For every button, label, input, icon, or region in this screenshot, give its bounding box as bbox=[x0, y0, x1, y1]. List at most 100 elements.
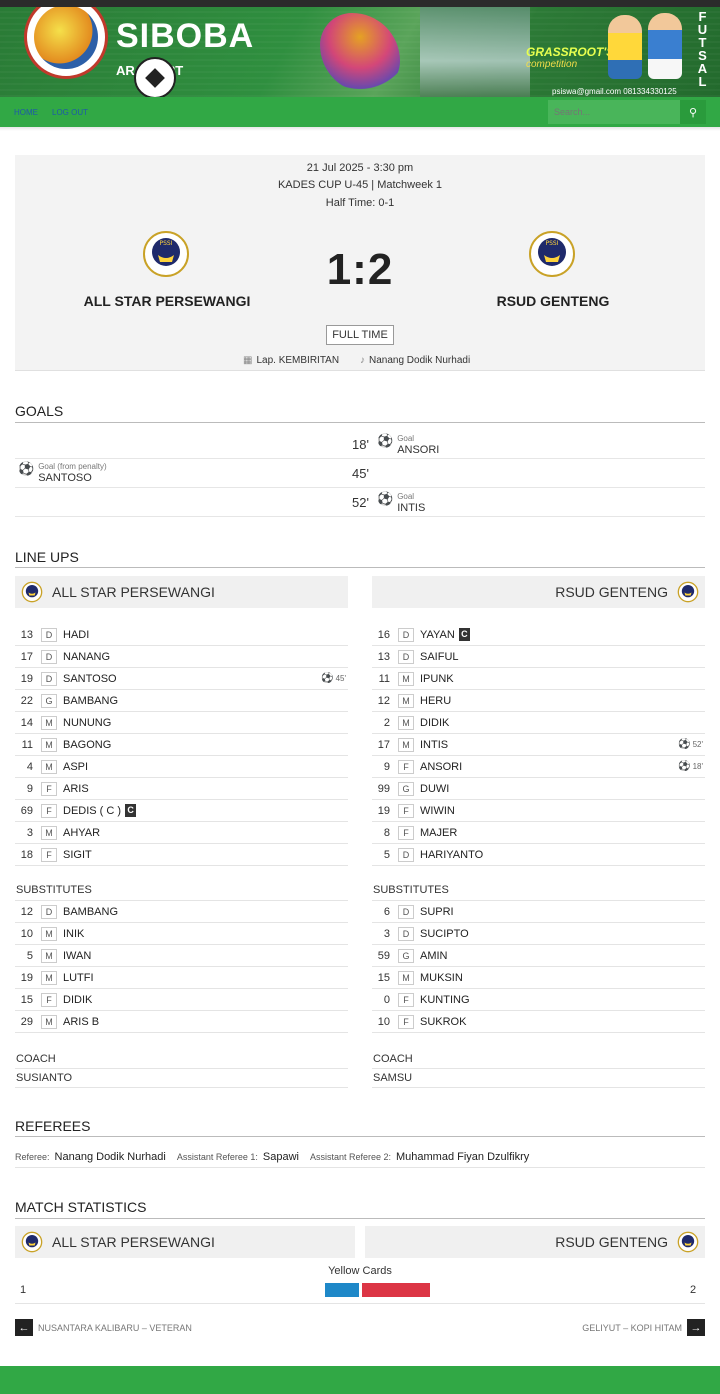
goal-type: Goal bbox=[397, 492, 415, 501]
player-name[interactable]: NUNUNG bbox=[63, 717, 111, 729]
player-row: 3 M AHYAR bbox=[15, 822, 348, 844]
player-name[interactable]: IPUNK bbox=[420, 673, 454, 685]
player-name[interactable]: LUTFI bbox=[63, 972, 94, 984]
stats-away-team-bar[interactable]: RSUD GENTENG bbox=[365, 1226, 705, 1258]
soccer-ball-icon bbox=[134, 57, 176, 97]
player-name[interactable]: BAGONG bbox=[63, 739, 111, 751]
away-subs-section: SUBSTITUTES 6 D SUPRI 3 D SUCIPTO 59 G AMIN 15 M MU… bbox=[372, 879, 705, 1033]
search-input[interactable] bbox=[548, 100, 680, 124]
home-coach-name[interactable]: SUSIANTO bbox=[15, 1069, 348, 1088]
player-name[interactable]: SUCIPTO bbox=[420, 928, 469, 940]
futsal-vertical-text: FUTSAL bbox=[694, 9, 714, 87]
player-name[interactable]: WIWIN bbox=[420, 805, 455, 817]
stat-divider bbox=[15, 1303, 705, 1304]
match-date: 21 Jul 2025 - 3:30 pm bbox=[306, 162, 414, 174]
prev-match-link[interactable]: ← NUSANTARA KALIBARU – VETERAN bbox=[15, 1319, 192, 1336]
player-number: 13 bbox=[377, 650, 390, 663]
competition-separator: | bbox=[371, 179, 375, 191]
player-name[interactable]: BAMBANG bbox=[63, 906, 118, 918]
home-team-name[interactable]: ALL STAR PERSEWANGI bbox=[67, 293, 267, 309]
stat-label: Yellow Cards bbox=[328, 1265, 392, 1277]
player-row: 12 M HERU bbox=[372, 690, 705, 712]
player-name[interactable]: AMIN bbox=[420, 950, 448, 962]
away-subs-heading: SUBSTITUTES bbox=[372, 879, 705, 901]
player-name[interactable]: DUWI bbox=[420, 783, 449, 795]
stats-away-crest bbox=[677, 1231, 699, 1253]
player-number: 19 bbox=[20, 672, 33, 685]
stats-home-team-bar[interactable]: ALL STAR PERSEWANGI bbox=[15, 1226, 355, 1258]
goal-minute: 52' bbox=[692, 740, 703, 749]
player-name[interactable]: SUPRI bbox=[420, 906, 454, 918]
goal-scorer[interactable]: ANSORI bbox=[397, 444, 439, 456]
away-team-bar[interactable]: RSUD GENTENG bbox=[372, 576, 705, 608]
player-row: 99 G DUWI bbox=[372, 778, 705, 800]
player-name[interactable]: DIDIK bbox=[420, 717, 449, 729]
player-name[interactable]: ASPI bbox=[63, 761, 88, 773]
futsal-text: FUTSAL bbox=[695, 9, 710, 87]
referee-value[interactable]: Nanang Dodik Nurhadi bbox=[55, 1151, 166, 1163]
player-name[interactable]: SIGIT bbox=[63, 849, 92, 861]
player-name[interactable]: SANTOSO bbox=[63, 673, 117, 685]
player-name[interactable]: BAMBANG bbox=[63, 695, 118, 707]
player-name[interactable]: ARIS B bbox=[63, 1016, 99, 1028]
player-name[interactable]: INIK bbox=[63, 928, 84, 940]
captain-badge: C bbox=[125, 804, 137, 817]
goal-minute: 52' bbox=[352, 495, 369, 510]
player-number: 3 bbox=[383, 927, 390, 940]
player-position-badge: M bbox=[41, 1014, 57, 1029]
player-row: 4 M ASPI bbox=[15, 756, 348, 778]
player-name[interactable]: HADI bbox=[63, 629, 89, 641]
player-row: 22 G BAMBANG bbox=[15, 690, 348, 712]
player-name[interactable]: NANANG bbox=[63, 651, 110, 663]
player-name[interactable]: INTIS bbox=[420, 739, 448, 751]
player-row: 5 D HARIYANTO bbox=[372, 844, 705, 866]
player-name[interactable]: DEDIS ( C ) bbox=[63, 805, 121, 817]
player-name[interactable]: SAIFUL bbox=[420, 651, 459, 663]
player-name[interactable]: MAJER bbox=[420, 827, 457, 839]
player-name[interactable]: HERU bbox=[420, 695, 451, 707]
player-row: 3 D SUCIPTO bbox=[372, 923, 705, 945]
player-number: 12 bbox=[20, 905, 33, 918]
player-name[interactable]: IWAN bbox=[63, 950, 91, 962]
home-team-bar[interactable]: ALL STAR PERSEWANGI bbox=[15, 576, 348, 608]
away-team-name[interactable]: RSUD GENTENG bbox=[453, 293, 653, 309]
goal-scorer[interactable]: INTIS bbox=[397, 502, 425, 514]
away-coach-name[interactable]: SAMSU bbox=[372, 1069, 705, 1088]
player-number: 4 bbox=[26, 760, 33, 773]
player-name[interactable]: DIDIK bbox=[63, 994, 92, 1006]
away-subs-list: 6 D SUPRI 3 D SUCIPTO 59 G AMIN 15 M MUKSIN 0 F KUNTIN… bbox=[372, 901, 705, 1033]
competition-link[interactable]: KADES CUP U-45 bbox=[278, 179, 368, 191]
player-name[interactable]: ARIS bbox=[63, 783, 89, 795]
nav-logout-link[interactable]: LOG OUT bbox=[52, 108, 88, 117]
referees-heading: REFEREES bbox=[15, 1118, 91, 1134]
arrow-right-icon: → bbox=[687, 1319, 705, 1336]
captain-badge: C bbox=[458, 628, 470, 641]
away-team-crest[interactable]: PSSI bbox=[527, 228, 577, 280]
player-name[interactable]: SUKROK bbox=[420, 1016, 466, 1028]
search-button[interactable]: ⚲ bbox=[680, 100, 706, 124]
assistant2-value[interactable]: Muhammad Fiyan Dzulfikry bbox=[396, 1151, 529, 1163]
away-team-bar-name: RSUD GENTENG bbox=[555, 584, 668, 600]
goal-scorer[interactable]: SANTOSO bbox=[38, 472, 106, 484]
next-match-label: GELIYUT – KOPI HITAM bbox=[582, 1322, 682, 1333]
away-coach-heading: COACH bbox=[372, 1050, 705, 1069]
player-name[interactable]: AHYAR bbox=[63, 827, 100, 839]
goal-type: Goal bbox=[397, 434, 415, 443]
player-number: 19 bbox=[20, 971, 33, 984]
site-title[interactable]: SIBOBA bbox=[116, 17, 254, 56]
player-name[interactable]: MUKSIN bbox=[420, 972, 463, 984]
player-name[interactable]: YAYAN bbox=[420, 629, 455, 641]
next-match-link[interactable]: GELIYUT – KOPI HITAM → bbox=[582, 1319, 705, 1336]
match-venue[interactable]: ▦ Lap. KEMBIRITAN bbox=[243, 355, 339, 366]
player-name[interactable]: ANSORI bbox=[420, 761, 462, 773]
player-name[interactable]: HARIYANTO bbox=[420, 849, 483, 861]
home-team-crest[interactable]: PSSI bbox=[141, 228, 191, 280]
assistant1-value[interactable]: Sapawi bbox=[263, 1151, 299, 1163]
goal-event: ⚽ Goal INTIS bbox=[377, 492, 425, 515]
player-name[interactable]: KUNTING bbox=[420, 994, 470, 1006]
nav-home-link[interactable]: HOME bbox=[14, 108, 38, 117]
match-competition-line: KADES CUP U-45 | Matchweek 1 bbox=[15, 179, 705, 191]
goal-row: 18' ⚽ Goal ANSORI bbox=[15, 430, 705, 459]
player-number: 69 bbox=[20, 804, 33, 817]
player-position-badge: M bbox=[398, 737, 414, 752]
